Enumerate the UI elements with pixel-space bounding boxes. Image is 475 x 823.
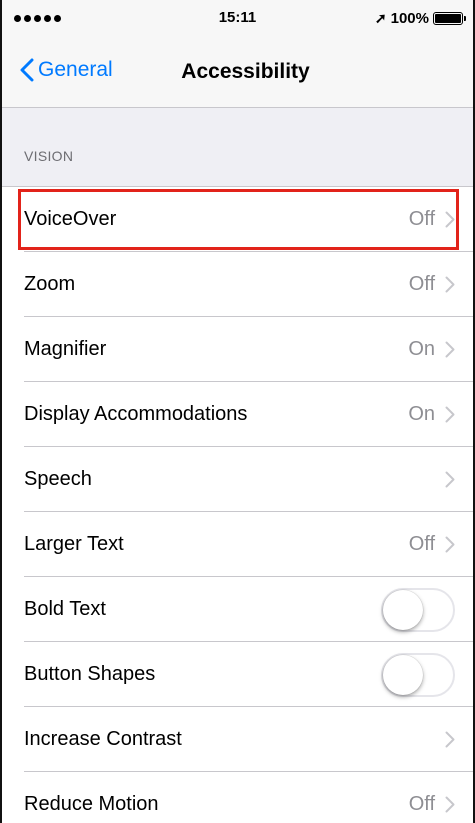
row-label: Speech xyxy=(24,468,92,490)
row-label: Magnifier xyxy=(24,338,107,360)
chevron-right-icon xyxy=(445,796,455,813)
row-label: Button Shapes xyxy=(24,663,156,685)
status-bar: 15:11 ➚ 100% xyxy=(2,0,473,36)
row-value: On xyxy=(408,338,435,360)
settings-row-bold-text[interactable]: Bold Text xyxy=(2,577,473,642)
settings-row-larger-text[interactable]: Larger Text Off xyxy=(2,512,473,577)
settings-row-reduce-motion[interactable]: Reduce Motion Off xyxy=(2,772,473,823)
settings-row-button-shapes[interactable]: Button Shapes xyxy=(2,642,473,707)
page-title: Accessibility xyxy=(181,60,310,83)
phone-screen: 15:11 ➚ 100% General Accessibility VISIO… xyxy=(0,0,475,823)
settings-row-zoom[interactable]: Zoom Off xyxy=(2,252,473,317)
row-value: Off xyxy=(408,533,435,555)
chevron-right-icon xyxy=(445,471,455,488)
chevron-right-icon xyxy=(445,536,455,553)
section-header: VISION xyxy=(24,148,74,164)
settings-row-display-accommodations[interactable]: Display Accommodations On xyxy=(2,382,473,447)
chevron-right-icon xyxy=(445,731,455,748)
settings-row-voiceover[interactable]: VoiceOver Off xyxy=(2,187,473,252)
row-value: On xyxy=(408,403,435,425)
row-label: Reduce Motion xyxy=(24,793,159,815)
settings-row-speech[interactable]: Speech xyxy=(2,447,473,512)
battery-icon xyxy=(433,11,466,25)
chevron-right-icon xyxy=(445,406,455,423)
row-label: Increase Contrast xyxy=(24,728,182,750)
chevron-right-icon xyxy=(445,276,455,293)
navigation-bar: General Accessibility xyxy=(2,36,473,108)
row-value: Off xyxy=(408,793,435,815)
row-value: Off xyxy=(408,273,435,295)
settings-row-magnifier[interactable]: Magnifier On xyxy=(2,317,473,382)
toggle-knob xyxy=(383,654,423,695)
row-label: Zoom xyxy=(24,273,76,295)
toggle-knob xyxy=(383,589,423,630)
row-label: Display Accommodations xyxy=(24,403,248,425)
chevron-right-icon xyxy=(445,341,455,358)
signal-strength-icon xyxy=(14,14,61,22)
toggle-switch[interactable] xyxy=(381,587,455,632)
row-label: Larger Text xyxy=(24,533,124,555)
battery-percent: 100% xyxy=(390,9,429,27)
location-arrow-icon: ➚ xyxy=(374,9,387,26)
row-value: Off xyxy=(408,208,435,230)
chevron-right-icon xyxy=(445,211,455,228)
settings-row-increase-contrast[interactable]: Increase Contrast xyxy=(2,707,473,772)
row-label: VoiceOver xyxy=(24,208,117,230)
toggle-switch[interactable] xyxy=(381,652,455,697)
row-label: Bold Text xyxy=(24,598,106,620)
settings-list: VoiceOver Off Zoom Off Magnifier On Display Ac… xyxy=(2,186,473,823)
